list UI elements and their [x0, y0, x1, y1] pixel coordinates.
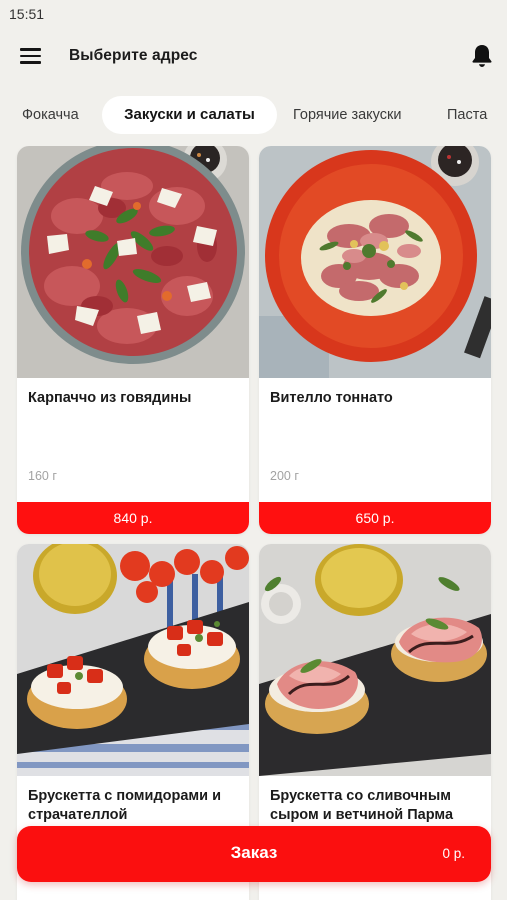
product-card[interactable]: Карпаччо из говядины 160 г 840 р.	[17, 146, 249, 534]
category-tabs: Фокачча Закуски и салаты Горячие закуски…	[0, 96, 507, 134]
product-grid: Карпаччо из говядины 160 г 840 р. Вителл…	[0, 146, 507, 900]
product-card[interactable]: Вителло тоннато 200 г 650 р.	[259, 146, 491, 534]
product-name: Брускетта со сливочным сыром и ветчиной …	[270, 788, 454, 823]
status-time: 15:51	[9, 6, 45, 22]
tab-pasta[interactable]: Паста	[447, 96, 487, 134]
order-label: Заказ	[230, 843, 278, 862]
bell-icon[interactable]	[470, 43, 494, 69]
price-button[interactable]: 650 р.	[259, 502, 491, 534]
product-photo	[259, 544, 491, 776]
tab-focaccia[interactable]: Фокачча	[22, 96, 79, 134]
price-button[interactable]: 840 р.	[17, 502, 249, 534]
hamburger-menu-icon[interactable]	[20, 48, 41, 64]
product-name: Карпаччо из говядины	[28, 390, 192, 406]
order-button[interactable]: Заказ 0 р.	[17, 826, 491, 882]
tab-hot-appetizers[interactable]: Горячие закуски	[293, 96, 401, 134]
product-name: Вителло тоннато	[270, 390, 393, 406]
product-name: Брускетта с помидорами и страчателлой	[28, 788, 222, 823]
product-photo	[17, 544, 249, 776]
product-photo	[17, 146, 249, 378]
product-weight: 160 г	[28, 469, 57, 483]
status-bar: 15:51	[0, 0, 507, 28]
product-photo	[259, 146, 491, 378]
product-weight: 200 г	[270, 469, 299, 483]
top-bar: Выберите адрес	[0, 30, 507, 82]
tab-appetizers-salads[interactable]: Закуски и салаты	[102, 96, 277, 134]
order-total: 0 р.	[442, 846, 465, 861]
address-selector[interactable]: Выберите адрес	[69, 47, 198, 65]
